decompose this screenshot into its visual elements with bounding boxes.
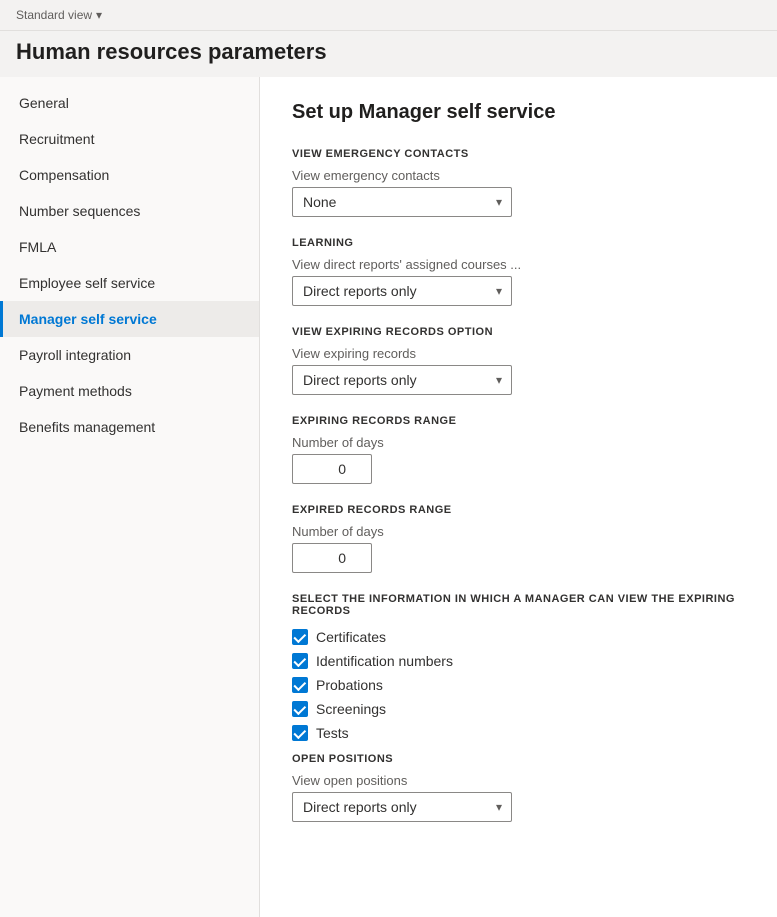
sidebar-item-employee-self-service[interactable]: Employee self service — [0, 265, 259, 301]
open-positions-group: OPEN POSITIONS View open positions None … — [292, 753, 745, 822]
sidebar-item-label: General — [19, 95, 69, 111]
content-area: Set up Manager self service VIEW EMERGEN… — [260, 77, 777, 917]
checkbox-certificates[interactable] — [292, 629, 308, 645]
sidebar-item-label: Number sequences — [19, 203, 140, 219]
checkbox-tests[interactable] — [292, 725, 308, 741]
checkbox-probations[interactable] — [292, 677, 308, 693]
open-positions-select[interactable]: None Direct reports only All reports — [292, 792, 512, 822]
checkbox-identification-numbers-label: Identification numbers — [316, 653, 453, 669]
sidebar-item-label: FMLA — [19, 239, 56, 255]
view-emergency-contacts-label: View emergency contacts — [292, 168, 745, 183]
checkbox-certificates-group: Certificates — [292, 629, 745, 645]
checkbox-tests-group: Tests — [292, 725, 745, 741]
expired-records-range-input[interactable] — [292, 543, 372, 573]
sidebar-item-manager-self-service[interactable]: Manager self service — [0, 301, 259, 337]
sidebar-item-label: Benefits management — [19, 419, 155, 435]
expiring-records-range-group: EXPIRING RECORDS RANGE Number of days — [292, 415, 745, 484]
learning-dropdown-container: None Direct reports only All reports ▾ — [292, 276, 512, 306]
checkbox-screenings-group: Screenings — [292, 701, 745, 717]
sidebar-item-number-sequences[interactable]: Number sequences — [0, 193, 259, 229]
expired-records-range-label: Number of days — [292, 524, 745, 539]
learning-group: LEARNING View direct reports' assigned c… — [292, 237, 745, 306]
select-information-label-upper: SELECT THE INFORMATION IN WHICH A MANAGE… — [292, 593, 745, 617]
sidebar-item-label: Recruitment — [19, 131, 94, 147]
checkbox-certificates-label: Certificates — [316, 629, 386, 645]
view-emergency-contacts-label-upper: VIEW EMERGENCY CONTACTS — [292, 148, 745, 160]
open-positions-label: View open positions — [292, 773, 745, 788]
sidebar-item-label: Employee self service — [19, 275, 155, 291]
view-emergency-contacts-select[interactable]: None Direct reports only All reports — [292, 187, 512, 217]
view-expiring-records-group: VIEW EXPIRING RECORDS OPTION View expiri… — [292, 326, 745, 395]
view-expiring-records-label: View expiring records — [292, 346, 745, 361]
sidebar-item-label: Payment methods — [19, 383, 132, 399]
checkbox-probations-group: Probations — [292, 677, 745, 693]
checkbox-identification-numbers[interactable] — [292, 653, 308, 669]
sidebar-item-compensation[interactable]: Compensation — [0, 157, 259, 193]
sidebar: General Recruitment Compensation Number … — [0, 77, 260, 917]
expiring-records-range-label: Number of days — [292, 435, 745, 450]
standard-view-dropdown[interactable]: Standard view ▾ — [16, 8, 761, 22]
checkbox-probations-label: Probations — [316, 677, 383, 693]
view-expiring-records-label-upper: VIEW EXPIRING RECORDS OPTION — [292, 326, 745, 338]
standard-view-label: Standard view — [16, 8, 92, 22]
expired-records-range-label-upper: EXPIRED RECORDS RANGE — [292, 504, 745, 516]
view-expiring-records-select[interactable]: None Direct reports only All reports — [292, 365, 512, 395]
checkbox-screenings[interactable] — [292, 701, 308, 717]
sidebar-item-recruitment[interactable]: Recruitment — [0, 121, 259, 157]
learning-label-upper: LEARNING — [292, 237, 745, 249]
select-information-group: SELECT THE INFORMATION IN WHICH A MANAGE… — [292, 593, 745, 741]
learning-select[interactable]: None Direct reports only All reports — [292, 276, 512, 306]
sidebar-item-label: Manager self service — [19, 311, 157, 327]
sidebar-item-payroll-integration[interactable]: Payroll integration — [0, 337, 259, 373]
expiring-records-range-input[interactable] — [292, 454, 372, 484]
sidebar-item-fmla[interactable]: FMLA — [0, 229, 259, 265]
checkbox-identification-numbers-group: Identification numbers — [292, 653, 745, 669]
sidebar-item-label: Compensation — [19, 167, 109, 183]
open-positions-label-upper: OPEN POSITIONS — [292, 753, 745, 765]
sidebar-item-benefits-management[interactable]: Benefits management — [0, 409, 259, 445]
sidebar-item-general[interactable]: General — [0, 85, 259, 121]
checkbox-screenings-label: Screenings — [316, 701, 386, 717]
sidebar-item-label: Payroll integration — [19, 347, 131, 363]
view-expiring-records-dropdown-container: None Direct reports only All reports ▾ — [292, 365, 512, 395]
open-positions-dropdown-container: None Direct reports only All reports ▾ — [292, 792, 512, 822]
chevron-down-icon: ▾ — [96, 8, 102, 22]
view-emergency-contacts-group: VIEW EMERGENCY CONTACTS View emergency c… — [292, 148, 745, 217]
view-emergency-contacts-dropdown-container: None Direct reports only All reports ▾ — [292, 187, 512, 217]
checkbox-tests-label: Tests — [316, 725, 349, 741]
learning-label: View direct reports' assigned courses ..… — [292, 257, 745, 272]
sidebar-item-payment-methods[interactable]: Payment methods — [0, 373, 259, 409]
expired-records-range-group: EXPIRED RECORDS RANGE Number of days — [292, 504, 745, 573]
section-title: Set up Manager self service — [292, 101, 745, 124]
page-title: Human resources parameters — [0, 31, 777, 77]
expiring-records-range-label-upper: EXPIRING RECORDS RANGE — [292, 415, 745, 427]
